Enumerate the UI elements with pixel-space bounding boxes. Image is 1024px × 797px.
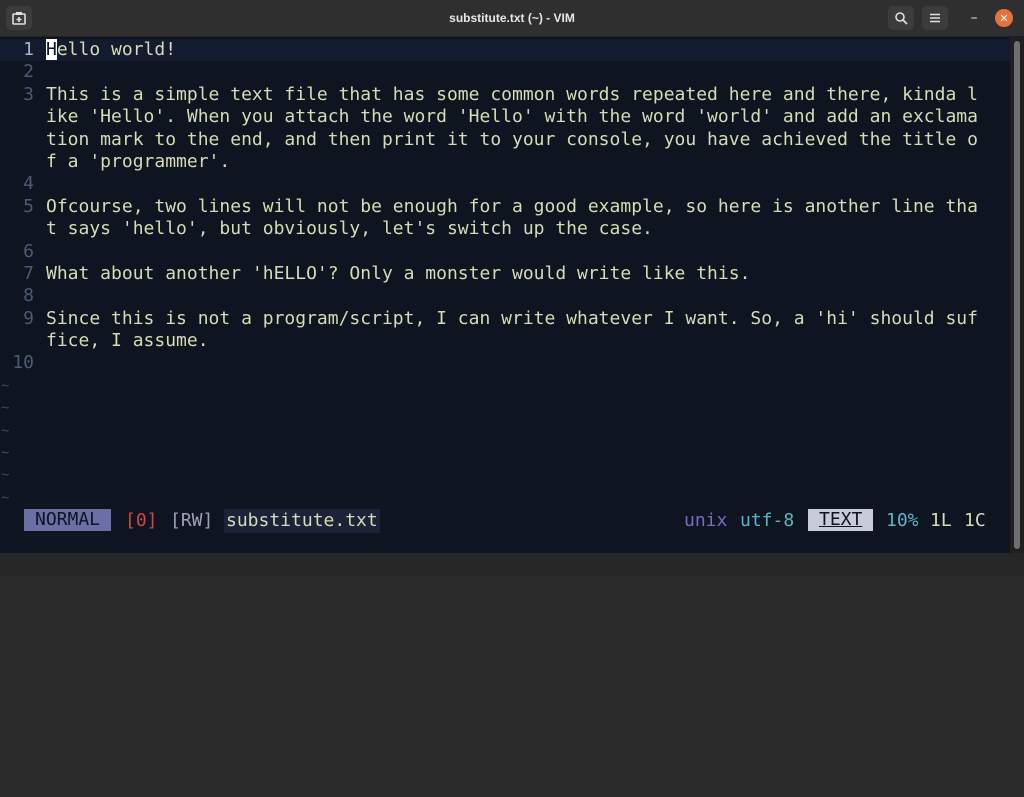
line-text: t says 'hello', but obviously, let's swi…: [46, 218, 653, 240]
empty-buffer-line: ~: [0, 464, 1010, 486]
empty-buffer-line: ~: [0, 487, 1010, 509]
line-text: What about another 'hELLO'? Only a monst…: [46, 262, 751, 284]
terminal-window: substitute.txt (~) - VIM – ✕ 1 Hello worl…: [0, 0, 1024, 576]
scrollbar-thumb[interactable]: [1014, 41, 1020, 549]
editor-line[interactable]: 4: [0, 173, 1010, 195]
line-number: 4: [23, 173, 34, 195]
line-number: 3: [23, 83, 34, 105]
editor-line[interactable]: 1 Hello world!: [0, 39, 1010, 62]
line-number: 5: [23, 195, 34, 217]
empty-buffer-line: ~: [0, 375, 1010, 397]
editor-line[interactable]: tion mark to the end, and then print it …: [0, 129, 1010, 151]
tilde-marker: ~: [1, 467, 10, 484]
editor-line[interactable]: 3 This is a simple text file that has som…: [0, 84, 1010, 106]
editor-line[interactable]: ike 'Hello'. When you attach the word 'H…: [0, 106, 1010, 128]
vim-statusline: NORMAL [0] [RW] substitute.txt unix utf-…: [0, 509, 1010, 533]
editor-line[interactable]: 5 Ofcourse, two lines will not be enough …: [0, 196, 1010, 218]
tilde-marker: ~: [1, 377, 10, 394]
text-cursor: H: [46, 39, 57, 60]
close-icon: ✕: [999, 11, 1009, 25]
vim-buffer[interactable]: 1 Hello world! 2 3 This is a simple text fil…: [0, 39, 1010, 509]
editor-line[interactable]: 2: [0, 61, 1010, 83]
close-button[interactable]: ✕: [995, 9, 1013, 27]
file-encoding: utf-8: [740, 510, 795, 531]
line-number: 7: [23, 262, 34, 284]
tilde-marker: ~: [1, 422, 10, 439]
minimize-button[interactable]: –: [962, 6, 986, 30]
window-title: substitute.txt (~) - VIM: [449, 11, 575, 25]
title-bar: substitute.txt (~) - VIM – ✕: [0, 0, 1024, 37]
window-bottom-border: [0, 553, 1024, 576]
line-number: 2: [23, 61, 34, 83]
editor-line[interactable]: 6: [0, 241, 1010, 263]
minimize-icon: –: [970, 10, 978, 26]
buffer-number: [0]: [125, 510, 158, 531]
line-text: This is a simple text file that has some…: [46, 83, 978, 105]
line-text-rest: ello world!: [56, 39, 177, 60]
tilde-marker: ~: [1, 489, 10, 506]
editor-line[interactable]: 10: [0, 352, 1010, 374]
editor-line[interactable]: fice, I assume.: [0, 330, 1010, 352]
editor-line[interactable]: 7 What about another 'hELLO'? Only a mons…: [0, 263, 1010, 285]
line-text: Ofcourse, two lines will not be enough f…: [46, 195, 978, 217]
search-icon: [895, 12, 908, 25]
empty-buffer-line: ~: [0, 420, 1010, 442]
tilde-marker: ~: [1, 445, 10, 462]
hamburger-menu-icon: [930, 13, 940, 23]
line-text: fice, I assume.: [46, 330, 209, 352]
readwrite-flag: [RW]: [170, 510, 214, 531]
line-number: 1: [23, 39, 34, 60]
search-button[interactable]: [888, 6, 914, 30]
mode-indicator: NORMAL: [24, 509, 112, 531]
file-type: TEXT: [808, 509, 874, 531]
line-number: 6: [23, 240, 34, 262]
cursor-column: 1C: [964, 510, 986, 531]
line-text: tion mark to the end, and then print it …: [46, 128, 978, 150]
editor-line[interactable]: 9 Since this is not a program/script, I c…: [0, 308, 1010, 330]
file-name: substitute.txt: [224, 509, 380, 533]
scrollbar[interactable]: [1010, 37, 1024, 553]
empty-buffer-line: ~: [0, 397, 1010, 419]
menu-button[interactable]: [922, 6, 948, 30]
empty-buffer-line: ~: [0, 442, 1010, 464]
line-number: 9: [23, 307, 34, 329]
editor-line[interactable]: 8: [0, 285, 1010, 307]
tilde-marker: ~: [1, 400, 10, 417]
line-text: ike 'Hello'. When you attach the word 'H…: [46, 106, 978, 128]
line-number: 8: [23, 285, 34, 307]
file-format: unix: [684, 510, 728, 531]
cursor-line: 1L: [930, 510, 952, 531]
terminal-area[interactable]: 1 Hello world! 2 3 This is a simple text fil…: [0, 37, 1010, 553]
line-text: Hello world!: [46, 39, 176, 61]
line-text: f a 'programmer'.: [46, 150, 231, 172]
scroll-percent: 10%: [886, 510, 919, 531]
editor-line[interactable]: t says 'hello', but obviously, let's swi…: [0, 218, 1010, 240]
editor-line[interactable]: f a 'programmer'.: [0, 151, 1010, 173]
line-number: 10: [12, 352, 34, 374]
line-text: Since this is not a program/script, I ca…: [46, 307, 978, 329]
